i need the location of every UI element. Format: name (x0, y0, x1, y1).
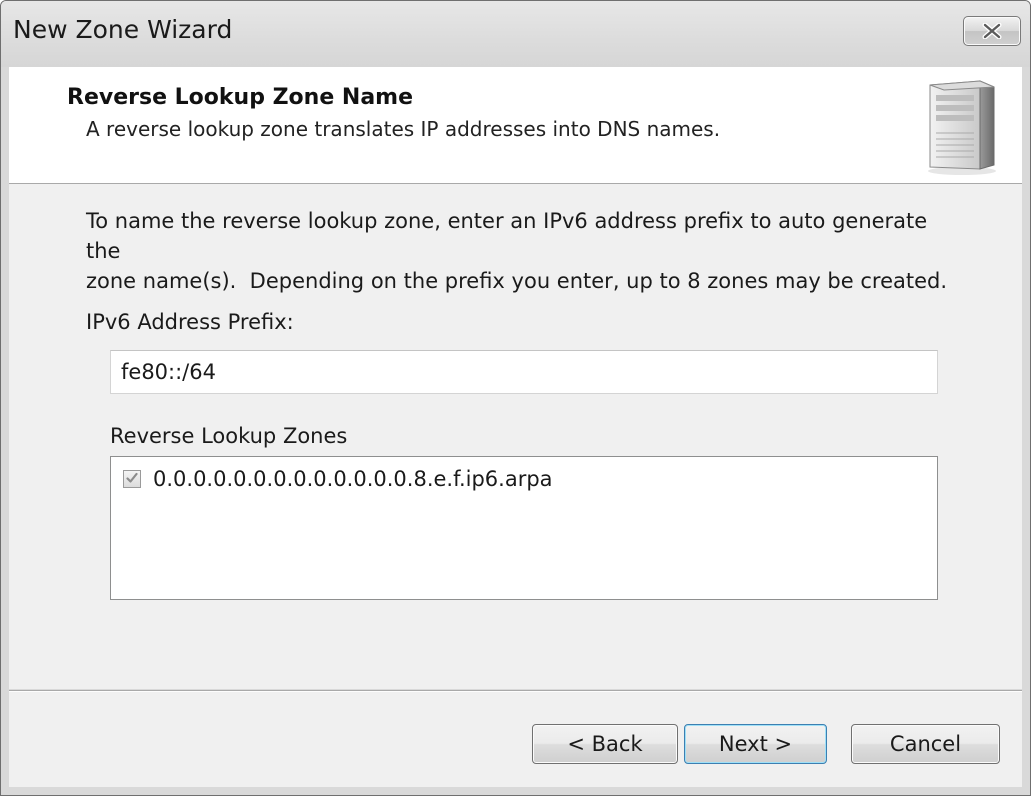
wizard-window: New Zone Wizard Reverse Lookup Zone Name… (0, 0, 1031, 796)
window-title: New Zone Wizard (13, 15, 233, 44)
page-title: Reverse Lookup Zone Name (67, 85, 414, 110)
close-button[interactable] (963, 16, 1021, 46)
ipv6-prefix-label: IPv6 Address Prefix: (86, 310, 294, 334)
ipv6-prefix-input[interactable] (110, 350, 938, 394)
reverse-lookup-zones-list[interactable]: 0.0.0.0.0.0.0.0.0.0.0.0.0.8.e.f.ip6.arpa (110, 456, 938, 600)
title-bar[interactable]: New Zone Wizard (1, 1, 1030, 67)
window-right-edge (1022, 67, 1030, 795)
back-button[interactable]: < Back (532, 724, 678, 764)
instructions-line-1: To name the reverse lookup zone, enter a… (86, 209, 928, 263)
instructions-text: To name the reverse lookup zone, enter a… (86, 206, 948, 296)
window-bottom-edge (1, 787, 1030, 795)
zone-name: 0.0.0.0.0.0.0.0.0.0.0.0.0.8.e.f.ip6.arpa (153, 467, 553, 491)
list-item[interactable]: 0.0.0.0.0.0.0.0.0.0.0.0.0.8.e.f.ip6.arpa (123, 467, 553, 491)
wizard-body: To name the reverse lookup zone, enter a… (9, 184, 1022, 689)
wizard-header: Reverse Lookup Zone Name A reverse looku… (9, 67, 1022, 184)
window-left-edge (1, 67, 9, 795)
server-icon (922, 77, 1002, 181)
cancel-button[interactable]: Cancel (851, 724, 1000, 764)
page-subtitle: A reverse lookup zone translates IP addr… (86, 117, 721, 141)
close-icon (981, 23, 1003, 39)
wizard-footer: < Back Next > Cancel (9, 692, 1022, 787)
reverse-lookup-zones-label: Reverse Lookup Zones (110, 424, 348, 448)
instructions-line-2: zone name(s). Depending on the prefix yo… (86, 269, 948, 293)
checkmark-icon (125, 470, 139, 489)
zone-checkbox[interactable] (123, 470, 141, 488)
next-button[interactable]: Next > (684, 724, 827, 764)
